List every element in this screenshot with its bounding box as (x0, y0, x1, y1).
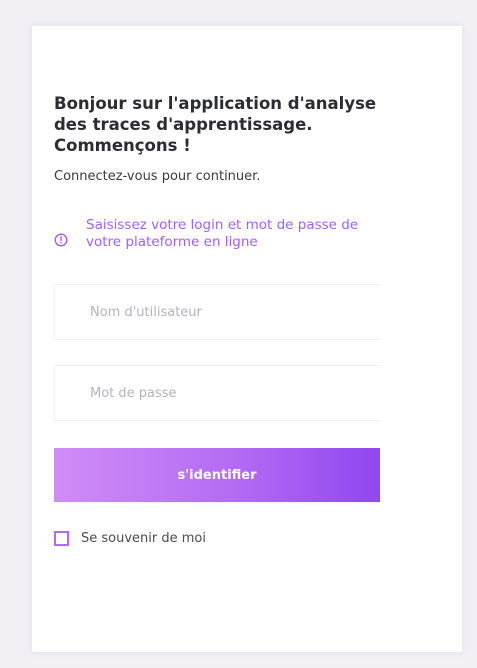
username-field (54, 284, 380, 340)
alert-circle-icon (54, 233, 68, 247)
remember-me-checkbox[interactable] (54, 530, 69, 546)
username-input[interactable] (55, 285, 380, 339)
login-notice: Saisissez votre login et mot de passe de… (54, 217, 384, 257)
password-field (54, 365, 380, 421)
page-subtitle: Connectez-vous pour continuer. (54, 169, 261, 184)
remember-me: Se souvenir de moi (54, 529, 206, 547)
login-button[interactable]: s'identifier (54, 448, 380, 502)
remember-me-label[interactable]: Se souvenir de moi (81, 531, 206, 546)
page-title: Bonjour sur l'application d'analyse des … (54, 94, 377, 155)
notice-text: Saisissez votre login et mot de passe de… (86, 217, 359, 250)
password-input[interactable] (55, 366, 380, 420)
